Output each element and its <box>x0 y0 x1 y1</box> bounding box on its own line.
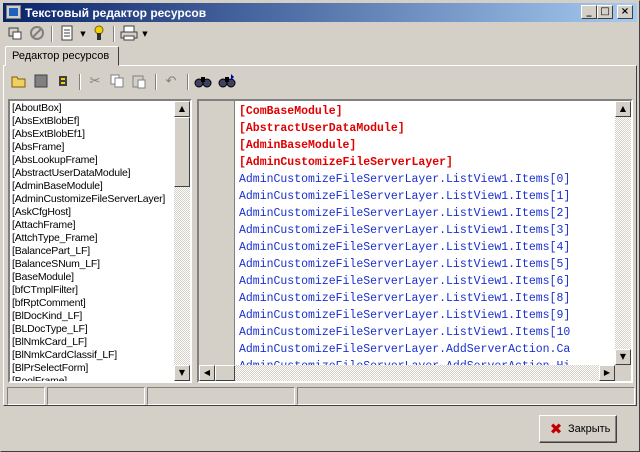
toolbar-separator <box>79 74 81 90</box>
list-item[interactable]: [AdminCustomizeFileServerLayer] <box>12 193 174 206</box>
list-item[interactable]: [BlNmkCardClassif_LF] <box>12 349 174 362</box>
key-line: AdminCustomizeFileServerLayer.ListView1.… <box>239 258 571 271</box>
key-line: AdminCustomizeFileServerLayer.ListView1.… <box>239 241 571 254</box>
find-next-icon[interactable] <box>217 73 237 91</box>
scroll-left-button[interactable]: ◀ <box>199 365 215 381</box>
title-bar[interactable]: Текстовый редактор ресурсов _ □ × <box>3 3 637 22</box>
cancel-icon[interactable] <box>27 25 47 43</box>
editor-toolbar: ✂ ↶ <box>7 71 635 93</box>
paste-icon[interactable] <box>129 73 149 91</box>
list-item[interactable]: [BLDocType_LF] <box>12 323 174 336</box>
list-item[interactable]: [BoolFrame] <box>12 375 174 381</box>
editor-gutter <box>199 101 235 365</box>
editor-text[interactable]: [ComBaseModule] [AbstractUserDataModule] [… <box>239 103 615 365</box>
list-item[interactable]: [BlDocKind_LF] <box>12 310 174 323</box>
key-line: AdminCustomizeFileServerLayer.ListView1.… <box>239 173 571 186</box>
scroll-down-button[interactable]: ▼ <box>615 349 631 365</box>
key-line: AdminCustomizeFileServerLayer.ListView1.… <box>239 224 571 237</box>
close-window-button[interactable]: × <box>617 5 633 19</box>
toolbar-separator <box>155 74 157 90</box>
list-item[interactable]: [BlNmkCard_LF] <box>12 336 174 349</box>
list-item[interactable]: [BalanceSNum_LF] <box>12 258 174 271</box>
chevron-down-icon[interactable]: ▼ <box>141 25 149 43</box>
editor-horizontal-scrollbar[interactable]: ◀ ▶ <box>199 365 615 381</box>
main-window: Текстовый редактор ресурсов _ □ × ▼ ▼ Ре… <box>0 0 640 452</box>
toolbar-separator <box>113 26 115 42</box>
find-icon[interactable] <box>193 73 213 91</box>
scroll-up-button[interactable]: ▲ <box>615 101 631 117</box>
resource-list-scrollbar[interactable]: ▲ ▼ <box>174 101 190 381</box>
document-icon[interactable] <box>57 25 77 43</box>
list-item[interactable]: [AbsLookupFrame] <box>12 154 174 167</box>
status-panel <box>47 387 145 405</box>
copy-icon[interactable] <box>107 73 127 91</box>
key-line: AdminCustomizeFileServerLayer.AddServerA… <box>239 343 571 356</box>
editor-vertical-scrollbar[interactable]: ▲ ▼ <box>615 101 631 365</box>
section-line: [AdminCustomizeFileServerLayer] <box>239 156 453 169</box>
resource-list[interactable]: [AboutBox] [AbsExtBlobEf] [AbsExtBlobEf1][… <box>8 99 192 383</box>
list-item[interactable]: [AskCfgHost] <box>12 206 174 219</box>
scroll-down-button[interactable]: ▼ <box>174 365 190 381</box>
key-line: AdminCustomizeFileServerLayer.ListView1.… <box>239 275 571 288</box>
window-title: Текстовый редактор ресурсов <box>25 6 207 20</box>
key-line: AdminCustomizeFileServerLayer.ListView1.… <box>239 326 571 339</box>
list-item[interactable]: [AbsFrame] <box>12 141 174 154</box>
key-line: AdminCustomizeFileServerLayer.AddServerA… <box>239 358 615 365</box>
list-item[interactable]: [AttachFrame] <box>12 219 174 232</box>
tab-label: Редактор ресурсов <box>12 50 110 62</box>
list-item[interactable]: [AdminBaseModule] <box>12 180 174 193</box>
scroll-thumb[interactable] <box>174 117 190 187</box>
key-line: AdminCustomizeFileServerLayer.ListView1.… <box>239 309 571 322</box>
list-item[interactable]: [BlPrSelectForm] <box>12 362 174 375</box>
close-button[interactable]: ✖ Закрыть <box>539 415 617 443</box>
section-line: [AdminBaseModule] <box>239 139 357 152</box>
list-item[interactable]: [AbsExtBlobEf] <box>12 115 174 128</box>
toolbar-separator <box>51 26 53 42</box>
close-button-label: Закрыть <box>568 423 611 435</box>
minimize-button[interactable]: _ <box>581 5 597 19</box>
close-icon: ✖ <box>549 420 563 438</box>
scroll-up-button[interactable]: ▲ <box>174 101 190 117</box>
status-panel <box>147 387 295 405</box>
section-line: [ComBaseModule] <box>239 105 343 118</box>
scroll-corner <box>615 365 631 381</box>
save-icon[interactable] <box>31 73 51 91</box>
wizard-icon[interactable] <box>89 25 109 43</box>
app-icon[interactable] <box>6 5 21 19</box>
status-panel <box>297 387 635 405</box>
chevron-down-icon[interactable]: ▼ <box>79 25 87 43</box>
section-line: [AbstractUserDataModule] <box>239 122 405 135</box>
status-panel <box>7 387 45 405</box>
scroll-thumb[interactable] <box>215 365 235 381</box>
undo-icon[interactable]: ↶ <box>161 73 181 91</box>
list-item[interactable]: [AttchType_Frame] <box>12 232 174 245</box>
status-bar <box>7 387 635 405</box>
debug-icon[interactable] <box>53 73 73 91</box>
list-item[interactable]: [bfCTmplFilter] <box>12 284 174 297</box>
tab-resource-editor[interactable]: Редактор ресурсов <box>5 46 119 66</box>
key-line: AdminCustomizeFileServerLayer.ListView1.… <box>239 190 571 203</box>
toolbar-separator <box>187 74 189 90</box>
list-item[interactable]: [AbstractUserDataModule] <box>12 167 174 180</box>
print-icon[interactable] <box>119 25 139 43</box>
key-line: AdminCustomizeFileServerLayer.ListView1.… <box>239 292 571 305</box>
scroll-right-button[interactable]: ▶ <box>599 365 615 381</box>
key-line: AdminCustomizeFileServerLayer.ListView1.… <box>239 207 571 220</box>
list-item[interactable]: [AboutBox] <box>12 102 174 115</box>
connect-icon[interactable] <box>5 25 25 43</box>
main-toolbar: ▼ ▼ <box>3 23 637 45</box>
resource-list-items: [AboutBox] [AbsExtBlobEf] [AbsExtBlobEf1][… <box>12 102 174 381</box>
open-folder-icon[interactable] <box>9 73 29 91</box>
text-editor[interactable]: [ComBaseModule] [AbstractUserDataModule] [… <box>197 99 633 383</box>
list-item[interactable]: [BaseModule] <box>12 271 174 284</box>
cut-icon[interactable]: ✂ <box>85 73 105 91</box>
list-item[interactable]: [AbsExtBlobEf1] <box>12 128 174 141</box>
list-item[interactable]: [bfRptComment] <box>12 297 174 310</box>
maximize-button[interactable]: □ <box>597 5 613 19</box>
list-item[interactable]: [BalancePart_LF] <box>12 245 174 258</box>
